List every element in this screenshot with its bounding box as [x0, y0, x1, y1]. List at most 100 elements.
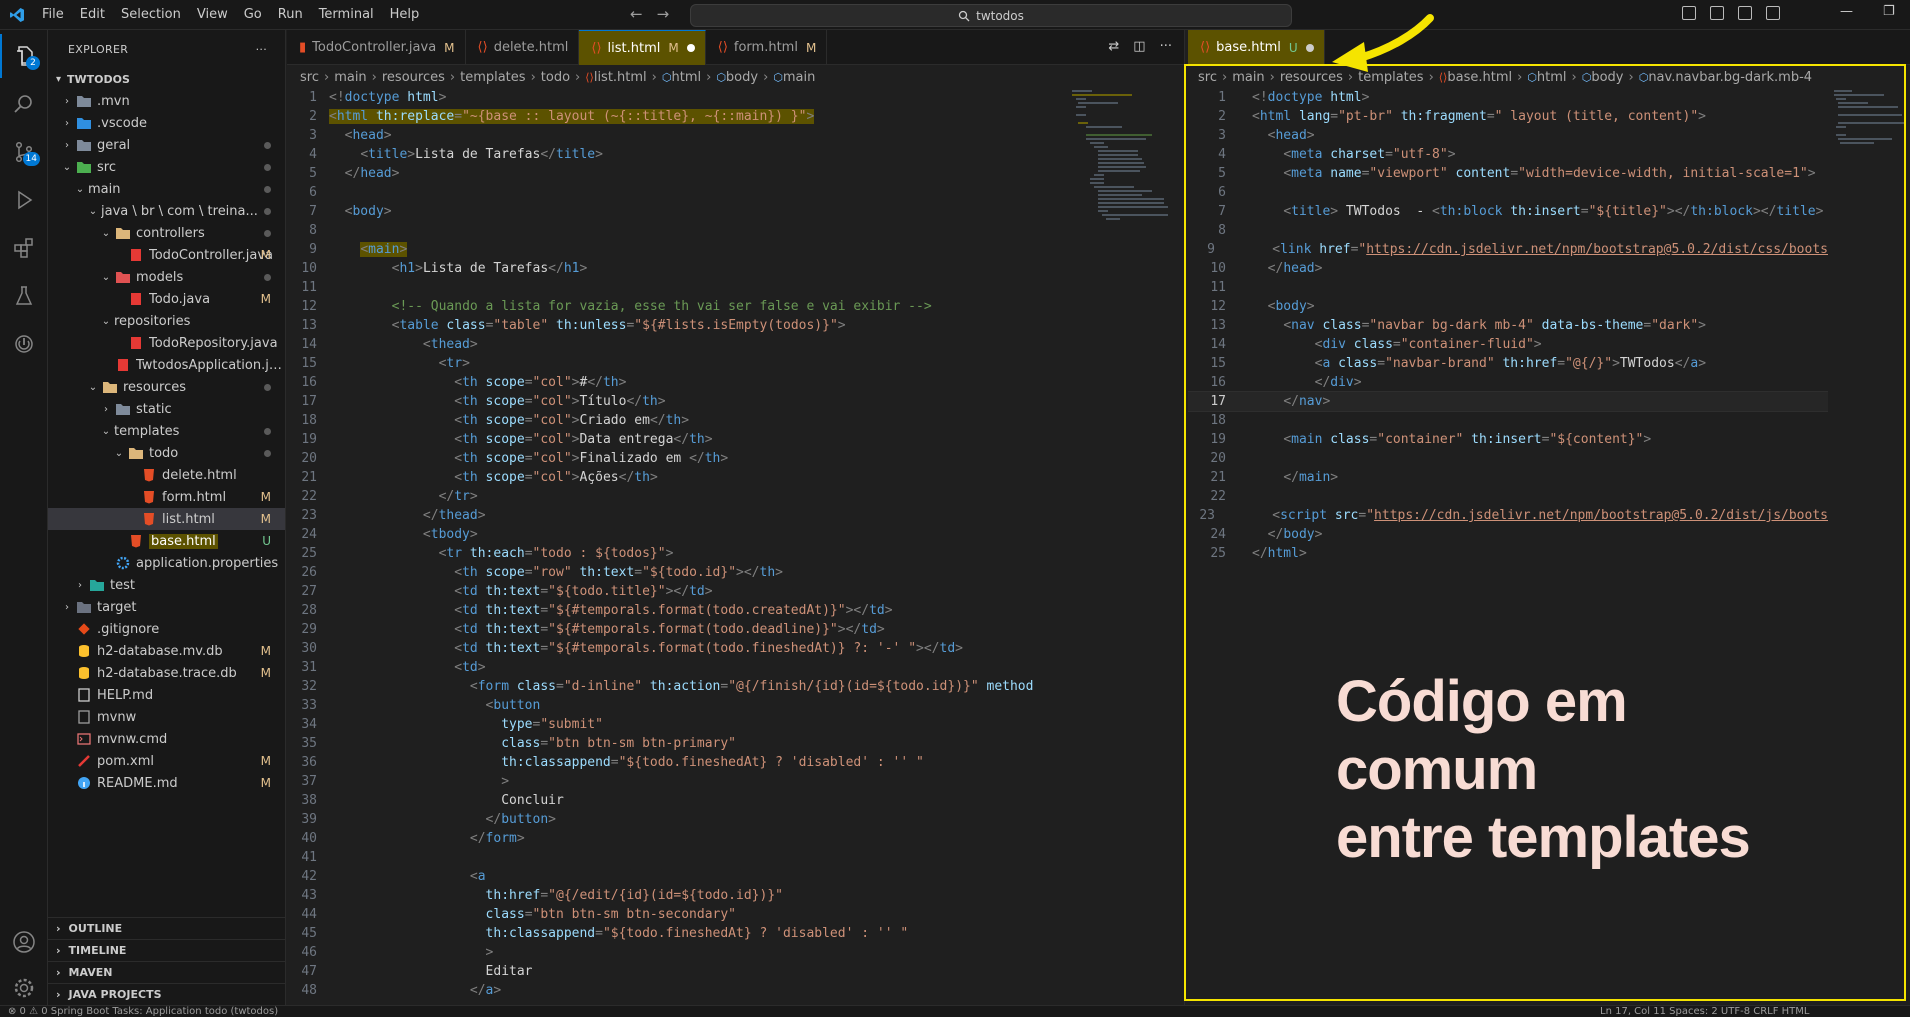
- chevron-right-icon[interactable]: ›: [59, 118, 75, 129]
- breadcrumb-item[interactable]: todo: [541, 70, 570, 85]
- minimize-button[interactable]: —: [1840, 4, 1853, 19]
- manage-gear-icon[interactable]: [0, 966, 48, 1010]
- breadcrumb-item[interactable]: list.html: [594, 70, 647, 85]
- tree-item-target[interactable]: › target: [48, 596, 285, 618]
- status-right[interactable]: Ln 17, Col 11 Spaces: 2 UTF-8 CRLF HTML: [1600, 1006, 1810, 1017]
- menu-item-edit[interactable]: Edit: [72, 0, 113, 30]
- tree-item-repositories[interactable]: ⌄ repositories: [48, 310, 285, 332]
- tree-item-h2-database-mv-db[interactable]: h2-database.mv.db M: [48, 640, 285, 662]
- status-left[interactable]: ⊗ 0 ⚠ 0 Spring Boot Tasks: Application t…: [8, 1006, 278, 1017]
- tree-item-geral[interactable]: › geral: [48, 134, 285, 156]
- chevron-right-icon[interactable]: ›: [59, 140, 75, 151]
- source-control-icon[interactable]: 14: [0, 130, 48, 174]
- breadcrumb-item[interactable]: resources: [382, 70, 445, 85]
- menu-item-help[interactable]: Help: [382, 0, 428, 30]
- breadcrumb-item[interactable]: body: [726, 70, 758, 85]
- menu-item-selection[interactable]: Selection: [113, 0, 189, 30]
- accounts-icon[interactable]: [0, 920, 48, 964]
- tree-item-gitignore[interactable]: .gitignore: [48, 618, 285, 640]
- tree-item-base-html[interactable]: base.html U: [48, 530, 285, 552]
- run-debug-icon[interactable]: [0, 178, 48, 222]
- unsaved-dot-icon[interactable]: [1305, 43, 1314, 52]
- tree-item-h2-database-trace-db[interactable]: h2-database.trace.db M: [48, 662, 285, 684]
- tab-delete-html[interactable]: ⟨⟩ delete.html: [466, 30, 580, 65]
- chevron-down-icon[interactable]: ⌄: [98, 316, 114, 327]
- tree-item-help-md[interactable]: HELP.md: [48, 684, 285, 706]
- search-view-icon[interactable]: [0, 82, 48, 126]
- tab-base-html[interactable]: ⟨⟩ base.html U: [1188, 30, 1325, 65]
- tree-item-models[interactable]: ⌄ models: [48, 266, 285, 288]
- tree-item-mvnw-cmd[interactable]: mvnw.cmd: [48, 728, 285, 750]
- breadcrumb-item[interactable]: html: [1537, 70, 1567, 85]
- chevron-down-icon[interactable]: ⌄: [98, 272, 114, 283]
- right-minimap[interactable]: [1832, 88, 1904, 998]
- menu-item-run[interactable]: Run: [270, 0, 311, 30]
- section-maven[interactable]: › MAVEN: [48, 961, 285, 983]
- menu-item-go[interactable]: Go: [236, 0, 270, 30]
- tab-todocontroller-java[interactable]: ▮ TodoController.java M: [287, 30, 466, 65]
- tree-item-twtodosapplication-java[interactable]: TwtodosApplication.java: [48, 354, 285, 376]
- left-code-editor[interactable]: 1 <!doctype html> 2 <html th:replace="~{bas…: [287, 88, 1067, 1005]
- toggle-secondary-sidebar-icon[interactable]: [1738, 6, 1752, 20]
- tree-item-templates[interactable]: ⌄ templates: [48, 420, 285, 442]
- chevron-down-icon[interactable]: ⌄: [85, 382, 101, 393]
- chevron-down-icon[interactable]: ⌄: [85, 206, 101, 217]
- chevron-right-icon[interactable]: ›: [72, 580, 88, 591]
- tree-item-list-html[interactable]: list.html M: [48, 508, 285, 530]
- chevron-down-icon[interactable]: ⌄: [98, 228, 114, 239]
- customize-layout-icon[interactable]: [1766, 6, 1780, 20]
- tab-form-html[interactable]: ⟨⟩ form.html M: [706, 30, 828, 65]
- section-java-projects[interactable]: › JAVA PROJECTS: [48, 983, 285, 1005]
- chevron-down-icon[interactable]: ⌄: [111, 448, 127, 459]
- chevron-down-icon[interactable]: ⌄: [59, 162, 75, 173]
- tree-item-delete-html[interactable]: delete.html: [48, 464, 285, 486]
- tree-item-main[interactable]: ⌄ main: [48, 178, 285, 200]
- breadcrumb-item[interactable]: nav.navbar.bg-dark.mb-4: [1648, 70, 1812, 85]
- unsaved-dot-icon[interactable]: [686, 44, 695, 52]
- section-outline[interactable]: › OUTLINE: [48, 917, 285, 939]
- extensions-icon[interactable]: [0, 226, 48, 270]
- tree-item-form-html[interactable]: form.html M: [48, 486, 285, 508]
- breadcrumb-item[interactable]: base.html: [1447, 70, 1512, 85]
- forward-arrow-icon[interactable]: →: [657, 5, 670, 23]
- chevron-right-icon[interactable]: ›: [59, 96, 75, 107]
- tab-list-html[interactable]: ⟨⟩ list.html M: [579, 30, 706, 65]
- breadcrumb-item[interactable]: templates: [1358, 70, 1423, 85]
- tree-item-todorepository-java[interactable]: TodoRepository.java: [48, 332, 285, 354]
- open-changes-icon[interactable]: ⇄: [1108, 39, 1119, 54]
- spring-boot-dashboard-icon[interactable]: [0, 322, 48, 366]
- tree-item-src[interactable]: ⌄ src: [48, 156, 285, 178]
- menu-item-view[interactable]: View: [189, 0, 236, 30]
- breadcrumb-item[interactable]: main: [334, 70, 366, 85]
- maximize-button[interactable]: ❐: [1883, 4, 1895, 19]
- menu-item-terminal[interactable]: Terminal: [311, 0, 382, 30]
- left-minimap[interactable]: [1070, 88, 1170, 1005]
- project-root[interactable]: ▾ TWTODOS: [48, 68, 285, 90]
- tree-item-todocontroller-java[interactable]: TodoController.java M: [48, 244, 285, 266]
- back-arrow-icon[interactable]: ←: [630, 5, 643, 23]
- breadcrumb-item[interactable]: html: [671, 70, 701, 85]
- explorer-icon[interactable]: 2: [0, 34, 48, 78]
- section-timeline[interactable]: › TIMELINE: [48, 939, 285, 961]
- tree-item-mvn[interactable]: › .mvn: [48, 90, 285, 112]
- tree-item-resources[interactable]: ⌄ resources: [48, 376, 285, 398]
- tree-item-test[interactable]: › test: [48, 574, 285, 596]
- chevron-right-icon[interactable]: ›: [59, 602, 75, 613]
- tree-item-controllers[interactable]: ⌄ controllers: [48, 222, 285, 244]
- toggle-sidebar-icon[interactable]: [1682, 6, 1696, 20]
- tree-item-todo-java[interactable]: Todo.java M: [48, 288, 285, 310]
- chevron-right-icon[interactable]: ›: [98, 404, 114, 415]
- breadcrumb-item[interactable]: body: [1591, 70, 1623, 85]
- toggle-panel-icon[interactable]: [1710, 6, 1724, 20]
- tree-item-todo[interactable]: ⌄ todo: [48, 442, 285, 464]
- breadcrumb-item[interactable]: src: [1198, 70, 1217, 85]
- editor-group-divider[interactable]: [1184, 30, 1185, 1005]
- tree-item-application-properties[interactable]: application.properties: [48, 552, 285, 574]
- breadcrumb-item[interactable]: resources: [1280, 70, 1343, 85]
- tree-item-vscode[interactable]: › .vscode: [48, 112, 285, 134]
- tree-item-static[interactable]: › static: [48, 398, 285, 420]
- tree-item-pom-xml[interactable]: pom.xml M: [48, 750, 285, 772]
- breadcrumb-item[interactable]: templates: [460, 70, 525, 85]
- tree-item-readme-md[interactable]: README.md M: [48, 772, 285, 794]
- more-editor-actions-icon[interactable]: ···: [1160, 39, 1172, 54]
